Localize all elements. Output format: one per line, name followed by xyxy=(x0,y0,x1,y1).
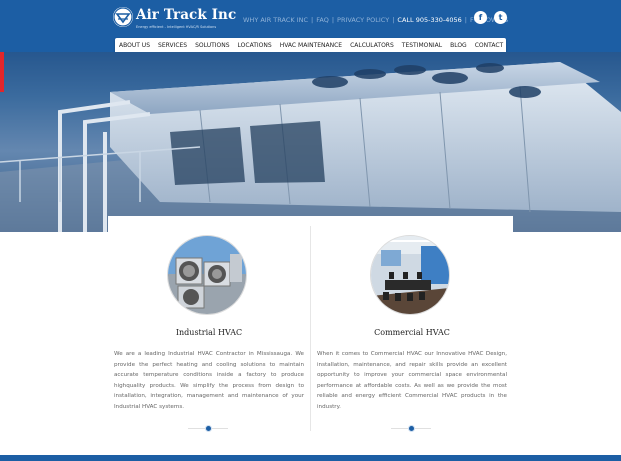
call-phone[interactable]: CALL 905-330-4056 xyxy=(397,16,461,24)
site-logo[interactable]: Air Track Inc Energy efficient - Intelli… xyxy=(113,7,236,33)
facebook-icon[interactable]: f xyxy=(474,11,487,24)
slider-dot[interactable] xyxy=(408,425,415,432)
privacy-policy-link[interactable]: PRIVACY POLICY xyxy=(337,16,389,24)
site-header: Air Track Inc Energy efficient - Intelli… xyxy=(0,0,621,57)
services-section: Industrial HVAC We are a leading Industr… xyxy=(108,216,513,444)
commercial-hvac-photo[interactable] xyxy=(370,235,450,315)
slider-dot[interactable] xyxy=(205,425,212,432)
logo-icon xyxy=(113,7,133,27)
industrial-hvac-card: Industrial HVAC We are a leading Industr… xyxy=(108,216,310,444)
footer-bar xyxy=(0,455,621,461)
hero-banner-image xyxy=(0,52,621,232)
faq-link[interactable]: FAQ xyxy=(316,16,329,24)
top-links: WHY AIR TRACK INC | FAQ | PRIVACY POLICY… xyxy=(243,16,509,24)
commercial-hvac-text: When it comes to Commercial HVAC our Inn… xyxy=(317,351,507,410)
industrial-hvac-text: We are a leading Industrial HVAC Contrac… xyxy=(114,351,304,410)
commercial-hvac-icon xyxy=(371,236,449,314)
logo-tagline: Energy efficient - Intelligent HVAC/R So… xyxy=(136,25,217,29)
logo-title: Air Track Inc xyxy=(136,7,237,23)
commercial-hvac-title: Commercial HVAC xyxy=(374,328,450,337)
rooftop-hvac-illustration xyxy=(0,52,621,232)
commercial-hvac-card: Commercial HVAC When it comes to Commerc… xyxy=(311,216,513,444)
why-air-track-link[interactable]: WHY AIR TRACK INC xyxy=(243,16,308,24)
industrial-hvac-title: Industrial HVAC xyxy=(175,328,243,337)
industrial-hvac-photo[interactable] xyxy=(167,235,247,315)
industrial-hvac-icon xyxy=(168,236,246,314)
twitter-icon[interactable]: t xyxy=(494,11,507,24)
side-accent-tab[interactable] xyxy=(0,52,4,92)
